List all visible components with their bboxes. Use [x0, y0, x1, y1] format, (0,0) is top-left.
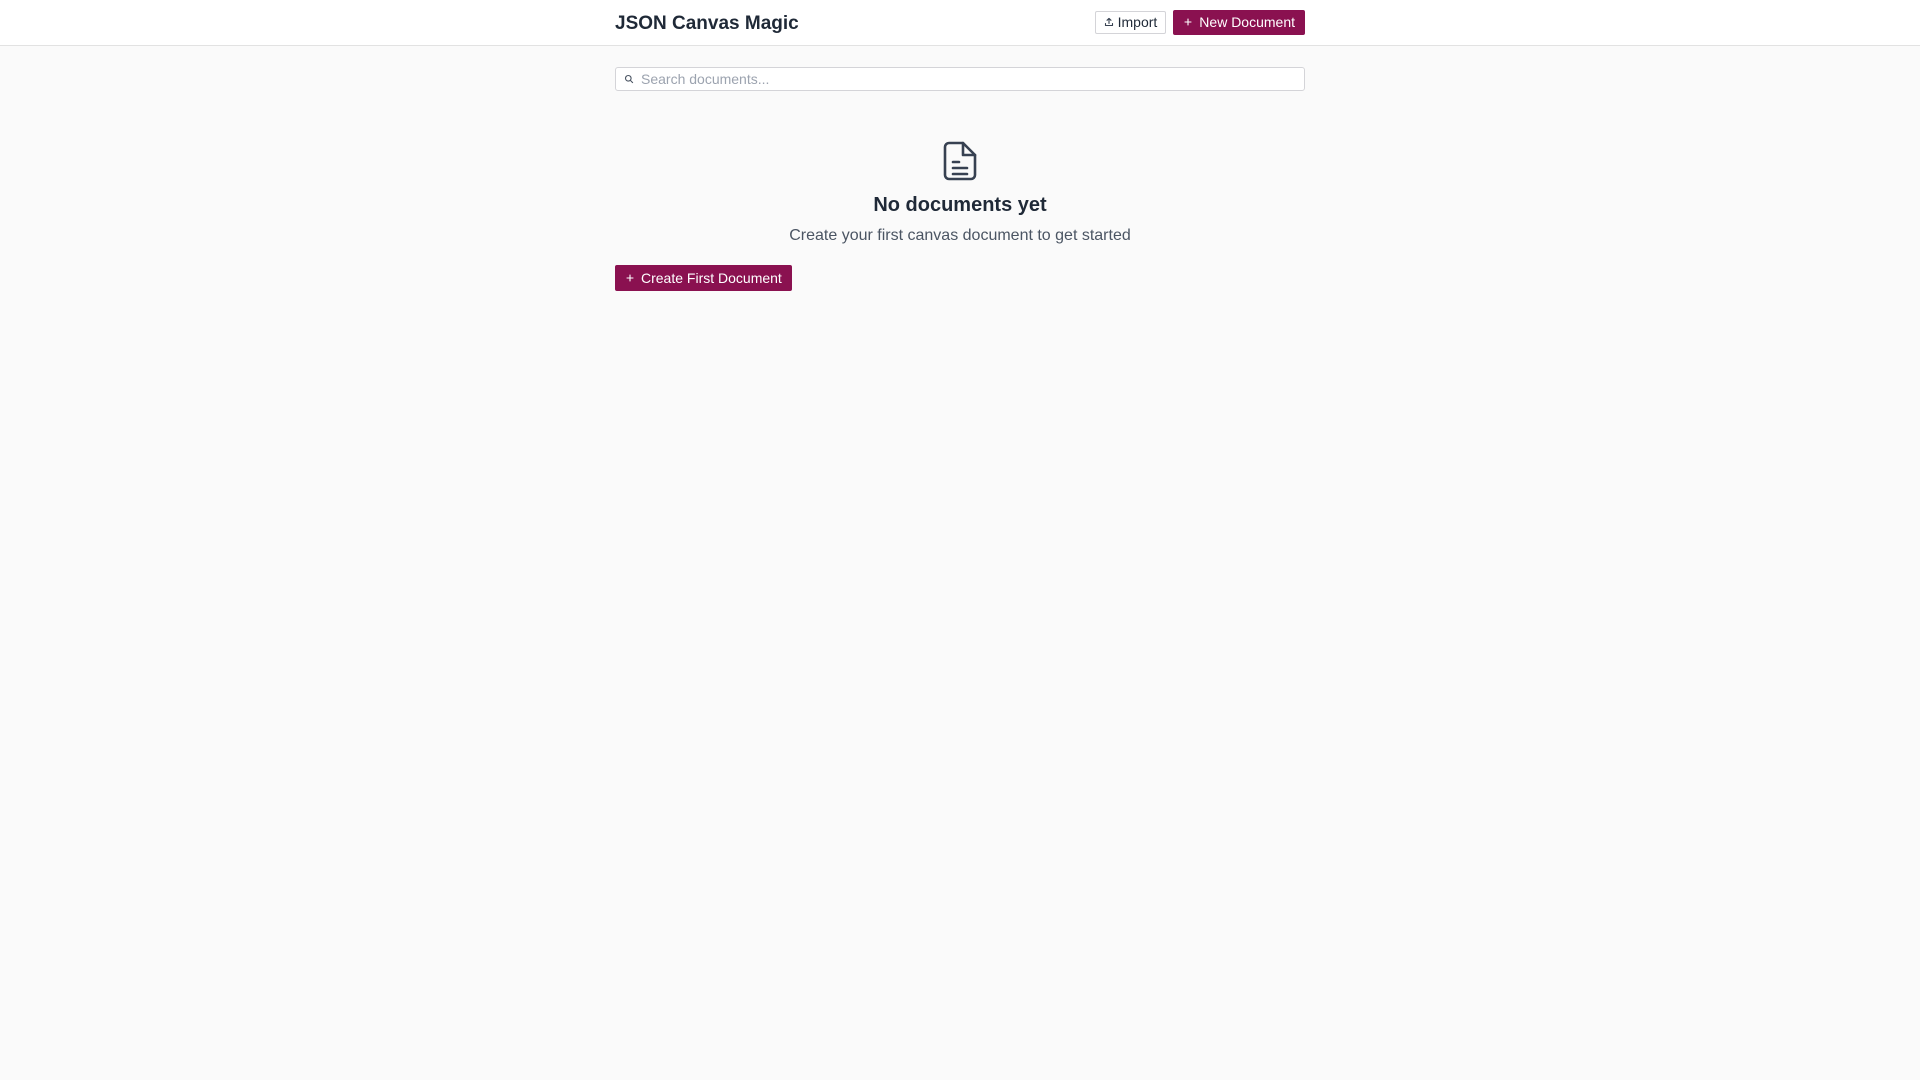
app-header: JSON Canvas Magic Import New Document [0, 0, 1920, 46]
plus-icon [625, 273, 635, 283]
new-document-button-label: New Document [1199, 14, 1295, 30]
search-input[interactable] [641, 68, 1304, 90]
empty-state-title: No documents yet [873, 194, 1047, 216]
import-button[interactable]: Import [1094, 10, 1167, 34]
file-text-icon [941, 140, 979, 182]
create-first-document-label: Create First Document [641, 270, 782, 286]
app-title: JSON Canvas Magic [615, 12, 799, 34]
header-actions: Import New Document [1094, 9, 1305, 35]
search-bar [615, 67, 1305, 91]
empty-state: No documents yet Create your first canva… [615, 140, 1305, 245]
new-document-button[interactable]: New Document [1173, 9, 1305, 35]
create-first-document-button[interactable]: Create First Document [615, 265, 792, 291]
empty-state-subtitle: Create your first canvas document to get… [789, 227, 1131, 244]
upload-icon [1104, 17, 1114, 27]
header-container: JSON Canvas Magic Import New Document [615, 0, 1305, 46]
search-icon [624, 74, 634, 84]
plus-icon [1183, 17, 1193, 27]
import-button-label: Import [1117, 14, 1158, 30]
